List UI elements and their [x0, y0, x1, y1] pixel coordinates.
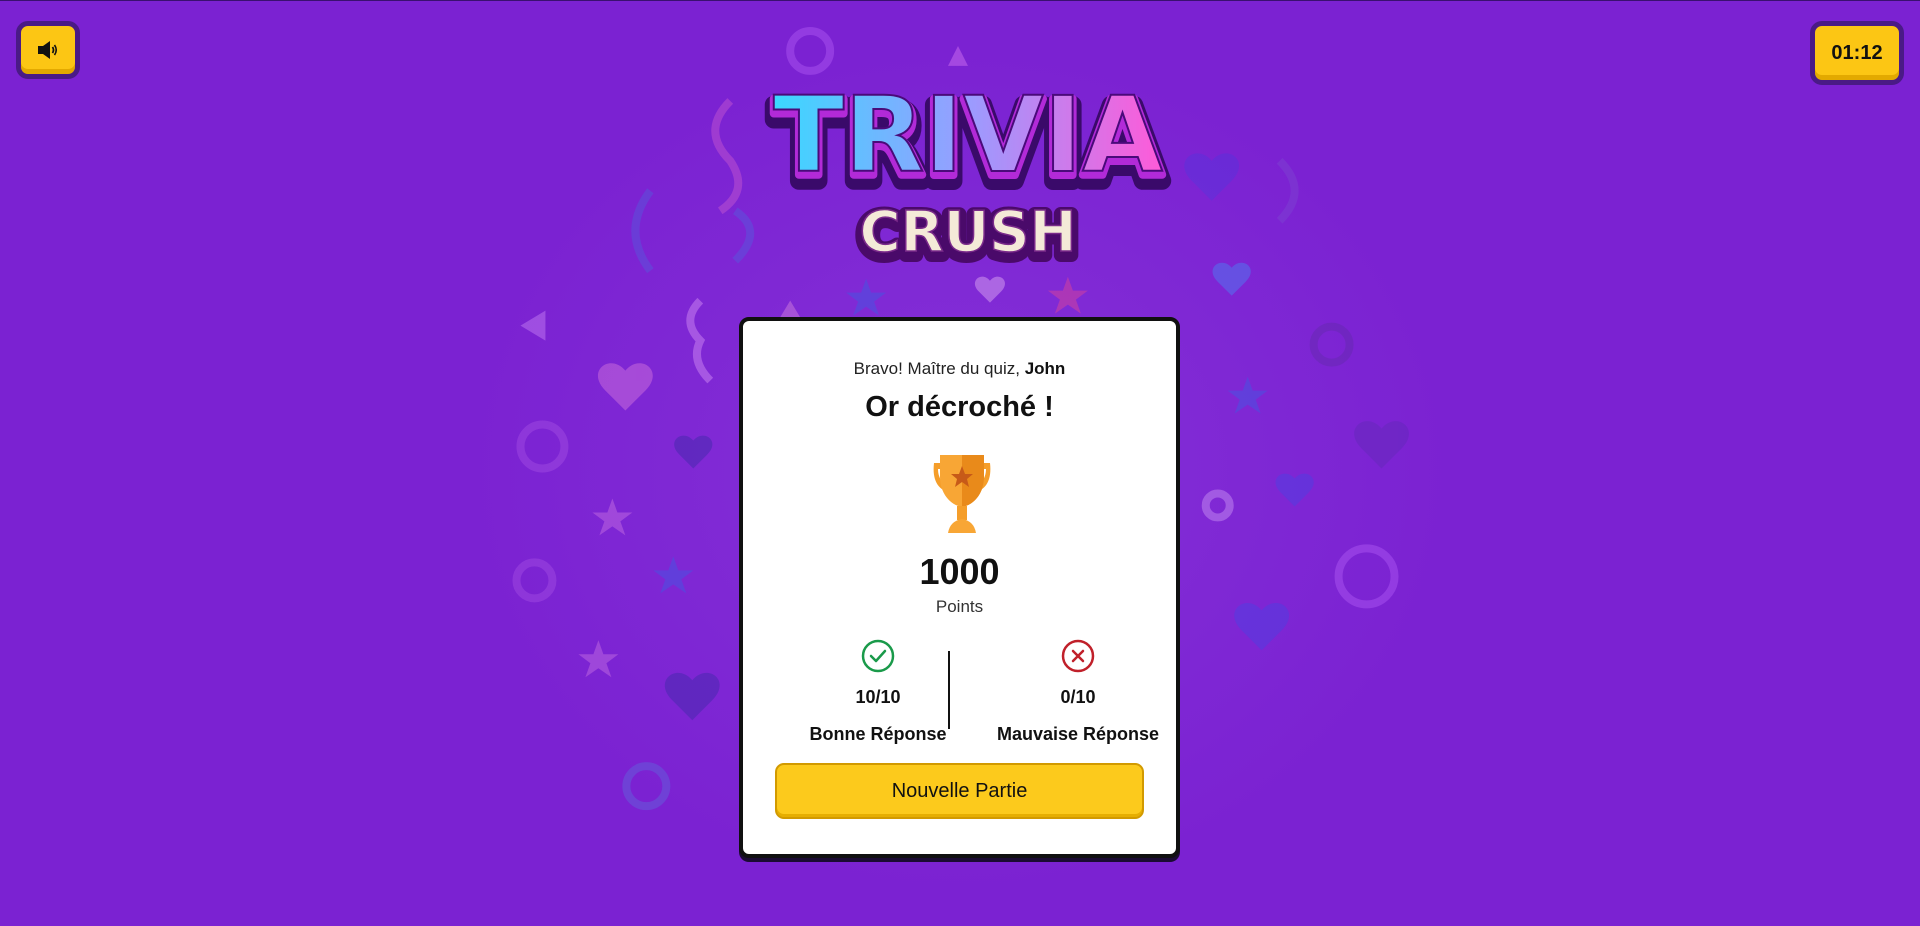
timer: 01:12 [1810, 21, 1904, 85]
check-circle-icon [861, 639, 895, 673]
score-value: 1000 [919, 551, 1000, 592]
score-label: Points [935, 597, 984, 616]
wrong-label: Mauvaise Réponse [996, 724, 1160, 744]
speaker-icon [38, 41, 58, 59]
results-card: Bravo! Maître du quiz, John Or décroché … [739, 317, 1180, 858]
correct-label: Bonne Réponse [809, 724, 947, 744]
trivia-crush-logo: TRIVIA TRIVIA TRIVIA CRUSH CRUSH [764, 79, 1171, 276]
svg-text:TRIVIA: TRIVIA [773, 79, 1162, 196]
svg-text:CRUSH: CRUSH [860, 200, 1077, 265]
result-headline: Or décroché ! [865, 391, 1054, 423]
new-game-button[interactable]: Nouvelle Partie [775, 763, 1144, 819]
greeting: Bravo! Maître du quiz, John [743, 359, 1176, 379]
wrong-count: 0/10 [1060, 687, 1096, 707]
trophy-icon [933, 455, 991, 533]
stats-divider [948, 651, 950, 729]
wrong-answers-stat: 0/10 Mauvaise Réponse [993, 639, 1163, 745]
x-circle-icon [1061, 639, 1095, 673]
sound-toggle-button[interactable] [16, 21, 80, 79]
greeting-text: Bravo! Maître du quiz, [853, 359, 1025, 378]
correct-count: 10/10 [855, 687, 901, 707]
player-name: John [1024, 359, 1066, 378]
correct-answers-stat: 10/10 Bonne Réponse [793, 639, 963, 745]
